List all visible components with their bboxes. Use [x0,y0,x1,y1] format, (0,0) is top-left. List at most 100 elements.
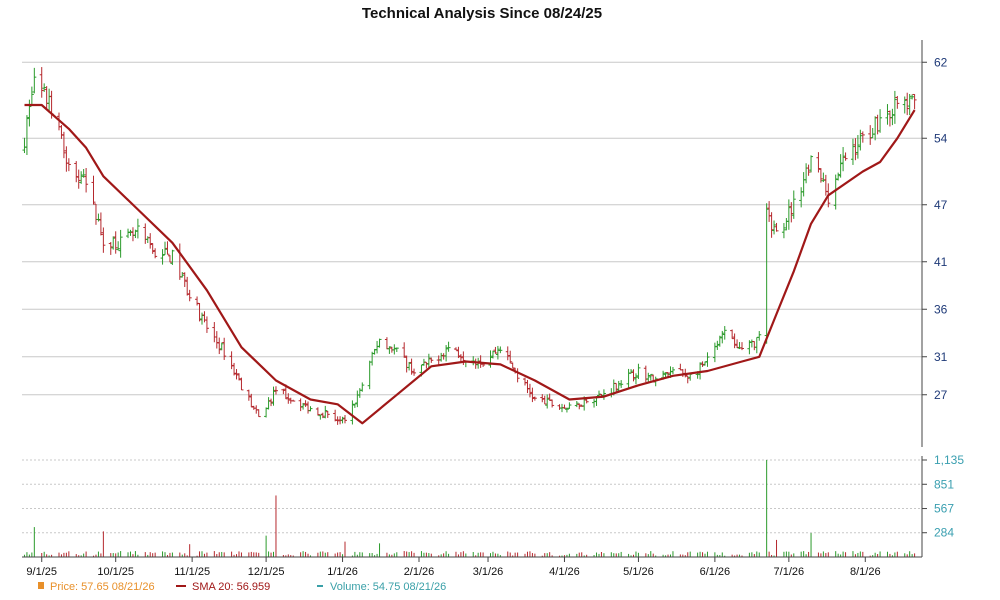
price-bar [306,401,311,414]
x-tick-label: 10/1/25 [97,566,134,578]
price-bar [113,231,118,254]
price-bar [841,147,846,172]
price-bar [130,227,135,242]
price-tick-label: 47 [934,198,948,212]
price-bar [185,276,190,296]
x-tick-label: 2/1/26 [404,566,435,578]
price-bar [148,233,153,249]
price-tick-label: 36 [934,302,948,316]
price-tick-label: 54 [934,131,948,145]
price-bar [757,331,762,341]
legend-price-label: Price: 57.65 08/21/26 [50,581,155,593]
price-bar [809,155,814,173]
x-tick-label: 4/1/26 [549,566,580,578]
price-bar [784,218,789,231]
price-bar [567,402,572,409]
price-bar [39,67,44,98]
price-bar [705,352,710,367]
price-bar [355,390,360,408]
price-bar [91,175,96,205]
price-bar [515,368,520,383]
price-bar [860,131,865,143]
price-bar [643,365,648,383]
price-bar [153,248,158,259]
x-tick-label: 5/1/26 [623,566,654,578]
price-bar [219,342,224,351]
price-bar [895,95,900,109]
price-bar [670,366,675,375]
volume-grid [22,459,922,534]
price-bar [870,127,875,139]
price-bar [200,312,204,325]
price-bar [303,400,308,407]
price-bar [350,400,355,425]
price-bar [407,361,412,371]
price-bar [61,131,66,159]
price-bar [545,394,550,409]
price-tick-label: 41 [934,255,948,269]
price-bar [490,350,495,359]
price-bar [562,404,567,409]
price-bar [772,220,777,235]
price-bar [217,337,222,355]
volume-tick-label: 1,135 [934,453,964,467]
price-bar [377,338,382,348]
price-bar [412,368,417,376]
price-bar [752,341,757,351]
price-bar [165,241,170,255]
technical-analysis-chart: Technical Analysis Since 08/24/25 27 31 36… [22,5,964,593]
price-bar [204,316,209,333]
legend-price-marker [38,582,44,589]
price-bar [596,390,601,397]
price-bar [740,342,744,351]
price-bar [308,406,313,412]
sma-20-line [24,103,916,425]
price-bar [170,249,175,265]
price-bar [360,382,365,392]
price-bar [804,163,809,184]
price-bar [678,363,683,371]
price-bar [116,241,121,251]
price-bar [850,138,855,165]
price-bar [836,172,841,181]
price-bar [525,379,530,394]
price-bar [367,360,372,390]
price-bar [823,174,828,196]
price-bar [781,223,786,239]
price-bar [892,90,897,124]
price-bar [84,168,89,193]
price-bar [66,158,71,172]
price-bar [214,331,219,349]
price-bar [387,346,392,354]
price-bar [32,67,37,94]
price-bar [703,361,708,366]
price-bar [187,289,192,302]
price-bar [774,222,779,232]
price-bar [557,404,562,410]
price-bar [195,296,200,306]
price-bar [715,340,720,350]
price-bar [592,399,597,408]
price-bar [182,272,187,287]
price-bar [101,227,106,253]
price-bar [167,255,172,263]
price-bar [22,137,27,154]
price-bar [59,125,64,139]
price-bar [523,377,528,386]
price-bar [343,415,348,424]
x-tick-label: 6/1/26 [700,566,731,578]
chart-title: Technical Analysis Since 08/24/25 [362,5,602,22]
price-bar [118,229,123,258]
price-bar [868,125,873,145]
price-bar [749,339,754,348]
price-tick-label: 31 [934,350,948,364]
price-bar [108,241,113,255]
legend-sma-label: SMA 20: 56.959 [192,581,270,593]
price-bar [821,172,826,183]
price-bar [357,388,362,398]
price-bar [542,395,547,405]
price-bar [229,351,234,370]
price-bar [488,350,493,368]
volume-tick-label: 284 [934,526,954,540]
price-bar [291,399,296,402]
